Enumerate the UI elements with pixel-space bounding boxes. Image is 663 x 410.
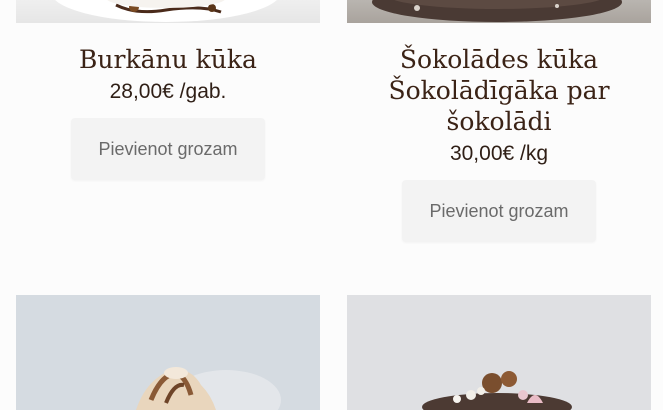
product-title[interactable]: Burkānu kūka	[16, 44, 320, 75]
meringue-cake-photo	[16, 295, 320, 410]
product-title-line: šokolādi	[446, 107, 552, 136]
product-price: 30,00€ /kg	[449, 142, 549, 165]
product-title-line: Šokolādes kūka	[399, 45, 599, 74]
product-image-carrot-cake[interactable]	[16, 0, 320, 23]
product-image-meringue-cake[interactable]	[16, 295, 320, 410]
product-image-chocolate-cake[interactable]	[347, 0, 651, 23]
product-image-decorated-cake[interactable]	[347, 295, 651, 410]
chocolate-cake-photo	[372, 0, 622, 22]
decorated-cake-photo	[347, 295, 651, 410]
add-to-cart-button[interactable]: Pievienot grozam	[402, 180, 596, 242]
product-price: 28,00€ /gab.	[109, 80, 227, 103]
carrot-cake-photo	[55, 0, 277, 22]
product-title[interactable]: Šokolādes kūka Šokolādīgāka par šokolādi	[347, 44, 651, 137]
product-title-line: Šokolādīgāka par	[388, 76, 610, 105]
add-to-cart-button[interactable]: Pievienot grozam	[71, 118, 265, 180]
